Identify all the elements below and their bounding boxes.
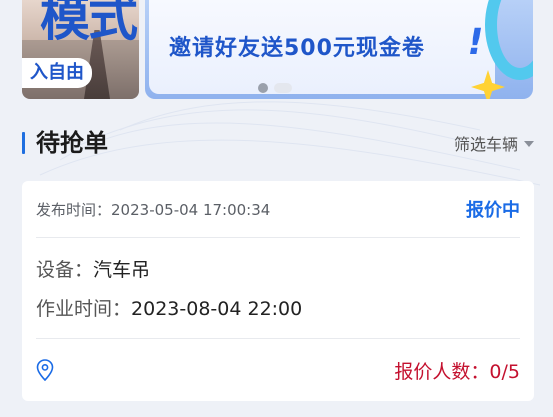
equipment-label: 设备： <box>36 259 94 281</box>
carousel-indicator <box>258 83 292 93</box>
order-card-footer: 报价人数：0/5 <box>36 355 520 385</box>
work-time-value: 2023-08-04 22:00 <box>131 298 303 320</box>
filter-label: 筛选车辆 <box>453 135 518 154</box>
section-accent-bar <box>22 132 25 154</box>
section-title: 待抢单 <box>36 129 108 157</box>
filter-vehicle-dropdown[interactable]: 筛选车辆 <box>454 126 534 160</box>
banner-side-tag: 入自由 <box>22 58 92 88</box>
location-pin-icon[interactable] <box>36 359 54 381</box>
equipment-value: 汽车吊 <box>93 259 151 281</box>
card-divider-bottom <box>36 338 520 339</box>
banner-main-panel: 邀请好友送500元现金卷 ! <box>149 0 495 94</box>
bid-count-value: 0/5 <box>489 360 520 383</box>
publish-time-value: 2023-05-04 17:00:34 <box>111 200 271 219</box>
section-header: 待抢单 筛选车辆 <box>22 126 534 160</box>
banner-headline: 邀请好友送500元现金卷 <box>169 36 425 61</box>
banner-side-title: 模式 <box>40 0 138 47</box>
banner-side-slide[interactable]: 模式 入自由 <box>22 0 139 99</box>
carousel-dot[interactable] <box>274 83 292 93</box>
equipment-row: 设备：汽车吊 <box>36 255 150 282</box>
order-card[interactable]: 发布时间：2023-05-04 17:00:34 报价中 设备：汽车吊 作业时间… <box>22 181 534 401</box>
caret-down-icon <box>524 141 534 147</box>
work-time-row: 作业时间：2023-08-04 22:00 <box>36 294 302 321</box>
publish-time: 发布时间：2023-05-04 17:00:34 <box>36 199 270 220</box>
bid-count: 报价人数：0/5 <box>394 357 520 384</box>
work-time-label: 作业时间： <box>36 298 132 320</box>
publish-time-label: 发布时间： <box>36 200 112 219</box>
carousel-dot-active[interactable] <box>258 83 268 93</box>
status-badge: 报价中 <box>466 200 520 221</box>
order-card-header: 发布时间：2023-05-04 17:00:34 报价中 <box>36 195 520 223</box>
banner-main-slide[interactable]: 邀请好友送500元现金卷 ! <box>145 0 533 99</box>
bid-count-label: 报价人数： <box>394 360 490 383</box>
card-divider-top <box>36 237 520 238</box>
banner-exclaim: ! <box>463 22 488 63</box>
